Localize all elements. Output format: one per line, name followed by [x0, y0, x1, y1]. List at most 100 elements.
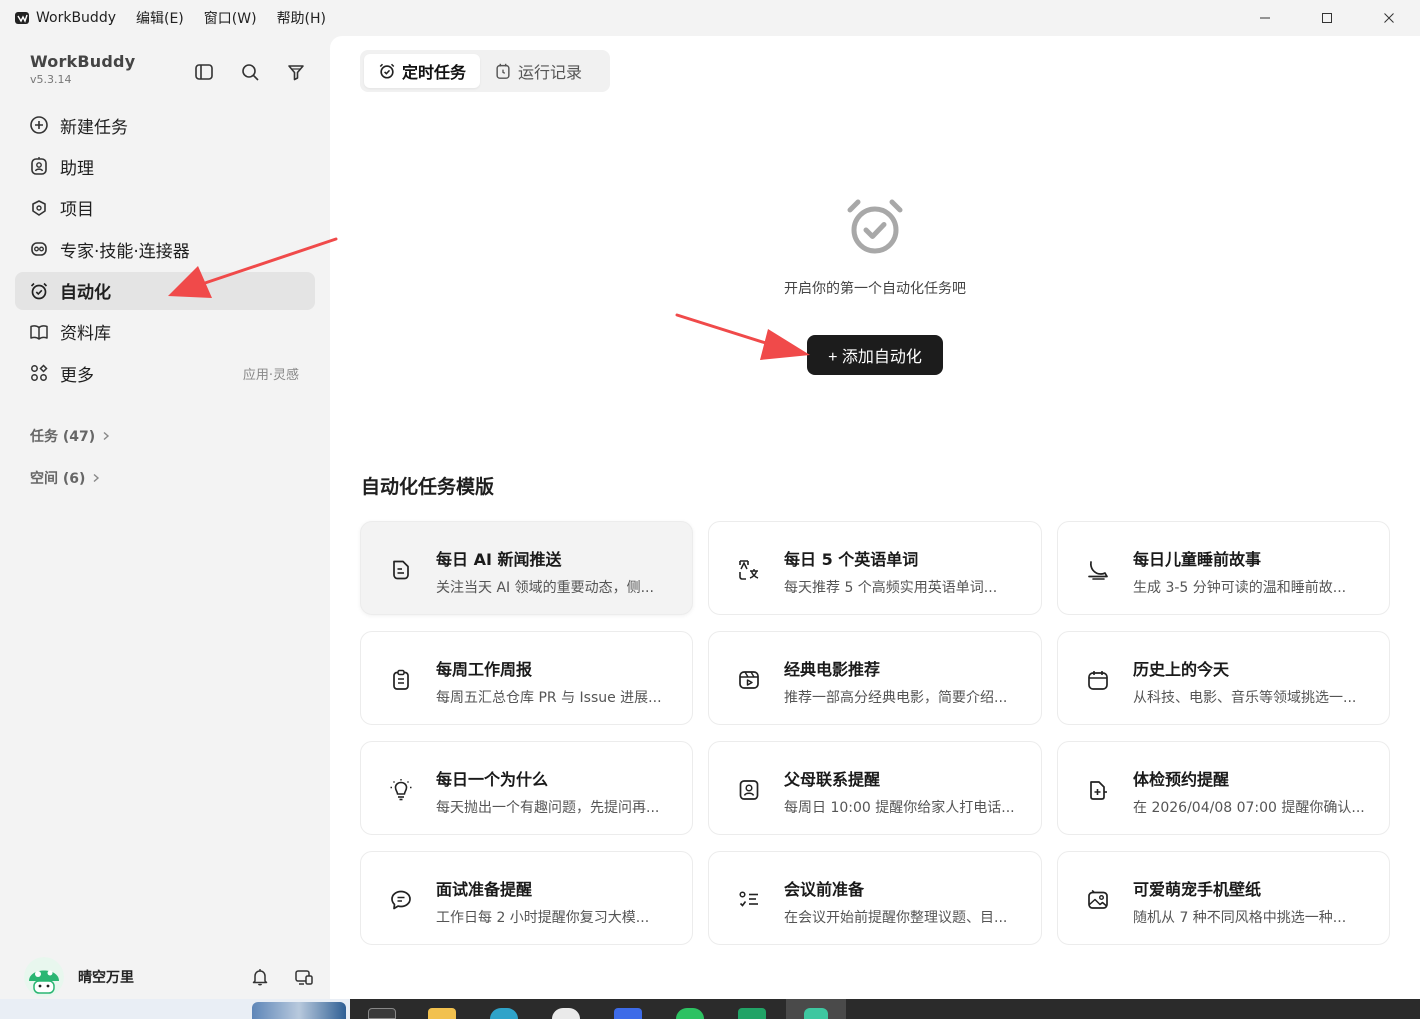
minimize-icon	[1260, 17, 1270, 19]
close-icon	[1384, 13, 1394, 23]
template-description: 每周五汇总仓库 PR 与 Issue 进展...	[436, 690, 662, 706]
template-title: 每日 5 个英语单词	[784, 550, 919, 569]
templates-grid: 每日 AI 新闻推送 关注当天 AI 领域的重要动态，侧... 每日 5 个英语…	[360, 521, 1390, 945]
toggle-sidebar-button[interactable]	[192, 60, 216, 84]
menu-window[interactable]: 窗口(W)	[204, 8, 257, 28]
template-title: 每日一个为什么	[436, 770, 549, 789]
automation-tabs: 定时任务 运行记录	[360, 50, 610, 92]
sidebar-item-label: 助理	[60, 158, 94, 179]
chrome-browser-icon[interactable]	[552, 1008, 580, 1019]
template-title: 父母联系提醒	[784, 770, 881, 789]
contact-icon	[739, 780, 759, 800]
maximize-button[interactable]	[1296, 0, 1358, 36]
sidebar-item-experts-skills-connectors[interactable]: 专家·技能·连接器	[15, 230, 315, 268]
template-card[interactable]: 每日一个为什么 每天抛出一个有趣问题，先提问再...	[360, 741, 693, 835]
template-description: 关注当天 AI 领域的重要动态，侧...	[436, 580, 654, 596]
chevron-right-icon	[93, 473, 100, 483]
menu-help[interactable]: 帮助(H)	[277, 8, 326, 28]
window-controls	[1234, 0, 1420, 36]
minimize-button[interactable]	[1234, 0, 1296, 36]
template-title: 每日儿童睡前故事	[1133, 550, 1262, 569]
workbuddy-taskbar-icon[interactable]	[786, 999, 846, 1019]
taskbar-widget[interactable]	[252, 1002, 346, 1019]
template-card[interactable]: 历史上的今天 从科技、电影、音乐等领域挑选一...	[1057, 631, 1390, 725]
sidebar-item-new-task[interactable]: 新建任务	[15, 106, 315, 144]
avatar[interactable]	[24, 957, 64, 997]
folder-icon[interactable]	[428, 1008, 456, 1019]
search-button[interactable]	[238, 60, 262, 84]
template-title: 经典电影推荐	[784, 660, 881, 679]
template-card[interactable]: 每日 5 个英语单词 每天推荐 5 个高频实用英语单词...	[708, 521, 1042, 615]
sidebar-toolbar	[192, 60, 308, 84]
app-version: v5.3.14	[30, 73, 72, 86]
history-log-icon	[496, 63, 510, 79]
lightbulb-icon	[390, 779, 412, 801]
tab-run-history[interactable]: 运行记录	[480, 54, 596, 88]
news-icon	[393, 560, 409, 580]
add-automation-button[interactable]: + 添加自动化	[807, 335, 943, 375]
spaces-section-link[interactable]: 空间 (6)	[30, 468, 101, 488]
brand-name: WorkBuddy	[30, 52, 136, 71]
templates-heading: 自动化任务模版	[361, 476, 495, 498]
translate-icon	[739, 560, 759, 580]
edge-browser-icon[interactable]	[490, 1008, 518, 1019]
spreadsheet-icon[interactable]	[738, 1008, 766, 1019]
sidebar-item-more[interactable]: 更多 应用·灵感	[15, 354, 315, 392]
template-card[interactable]: 每日儿童睡前故事 生成 3-5 分钟可读的温和睡前故...	[1057, 521, 1390, 615]
menu-edit[interactable]: 编辑(E)	[136, 8, 184, 28]
tasks-section-link[interactable]: 任务 (47)	[30, 426, 111, 446]
template-title: 面试准备提醒	[436, 880, 533, 899]
menu-bar: 编辑(E) 窗口(W) 帮助(H)	[136, 8, 326, 28]
device-icon[interactable]	[294, 967, 314, 987]
medical-icon	[1090, 781, 1107, 800]
user-name: 晴空万里	[78, 970, 134, 986]
template-card[interactable]: 会议前准备 在会议开始前提醒你整理议题、目...	[708, 851, 1042, 945]
funnel-icon	[288, 65, 304, 81]
alarm-clock-icon	[847, 199, 903, 254]
template-description: 在 2026/04/08 07:00 提醒你确认...	[1133, 800, 1365, 816]
template-description: 每天推荐 5 个高频实用英语单词...	[784, 580, 998, 596]
film-icon	[739, 671, 759, 689]
spaces-section-label: 空间 (6)	[30, 471, 86, 487]
taskbar-app-icon[interactable]	[368, 1008, 396, 1019]
app-store-icon[interactable]	[614, 1008, 642, 1019]
template-card[interactable]: 每日 AI 新闻推送 关注当天 AI 领域的重要动态，侧...	[360, 521, 693, 615]
app-title: WorkBuddy	[36, 10, 116, 26]
template-card[interactable]: 面试准备提醒 工作日每 2 小时提醒你复习大模...	[360, 851, 693, 945]
template-card[interactable]: 每周工作周报 每周五汇总仓库 PR 与 Issue 进展...	[360, 631, 693, 725]
window-titlebar: WorkBuddy 编辑(E) 窗口(W) 帮助(H)	[0, 0, 1420, 36]
template-title: 每日 AI 新闻推送	[436, 550, 562, 569]
template-title: 可爱萌宠手机壁纸	[1133, 880, 1262, 899]
template-card[interactable]: 父母联系提醒 每周日 10:00 提醒你给家人打电话...	[708, 741, 1042, 835]
close-button[interactable]	[1358, 0, 1420, 36]
tab-label: 定时任务	[402, 63, 467, 82]
bell-icon[interactable]	[250, 967, 270, 987]
tab-scheduled-tasks[interactable]: 定时任务	[364, 54, 481, 88]
sidebar-item-assistant[interactable]: 助理	[15, 147, 315, 185]
wechat-icon[interactable]	[676, 1008, 704, 1019]
taskbar	[350, 999, 1420, 1019]
sidebar-item-automation[interactable]: 自动化	[15, 271, 315, 310]
more-subtitle: 应用·灵感	[242, 367, 299, 383]
brand-block: WorkBuddy v5.3.14	[30, 52, 135, 86]
sidebar-item-label: 资料库	[60, 324, 111, 345]
template-title: 每周工作周报	[436, 660, 533, 679]
workbuddy-logo-icon	[15, 12, 29, 24]
chevron-right-icon	[103, 431, 110, 441]
alarm-clock-icon	[379, 63, 395, 79]
template-title: 历史上的今天	[1133, 660, 1230, 679]
grid-more-icon	[29, 363, 49, 383]
template-card[interactable]: 体检预约提醒 在 2026/04/08 07:00 提醒你确认...	[1057, 741, 1390, 835]
maximize-icon	[1322, 13, 1332, 23]
template-title: 会议前准备	[784, 880, 865, 899]
sidebar-item-label: 专家·技能·连接器	[60, 241, 190, 262]
alarm-clock-icon	[29, 281, 49, 301]
sidebar-item-project[interactable]: 项目	[15, 189, 315, 227]
template-card[interactable]: 经典电影推荐 推荐一部高分经典电影，简要介绍...	[708, 631, 1042, 725]
sidebar-item-library[interactable]: 资料库	[15, 313, 315, 351]
filter-button[interactable]	[284, 60, 308, 84]
user-tools	[250, 967, 314, 987]
sidebar-item-label: 更多	[60, 365, 94, 386]
template-card[interactable]: 可爱萌宠手机壁纸 随机从 7 种不同风格中挑选一种...	[1057, 851, 1390, 945]
sidebar-item-label: 自动化	[60, 283, 111, 304]
